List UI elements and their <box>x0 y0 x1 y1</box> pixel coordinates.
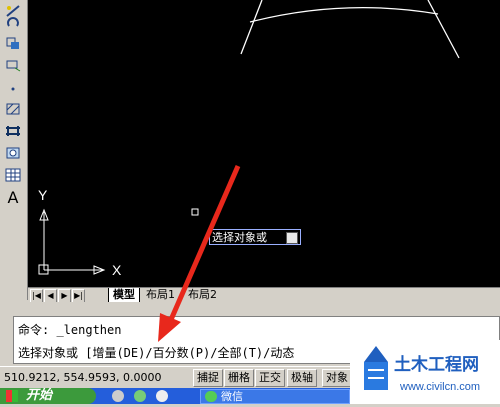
wechat-label: 微信 <box>221 390 243 403</box>
ortho-toggle[interactable]: 正交 <box>255 369 285 387</box>
quicklaunch-green-icon[interactable] <box>134 390 146 402</box>
osnap-toggle[interactable]: 对象 <box>322 369 352 387</box>
start-button[interactable]: 开始 <box>0 388 96 404</box>
watermark-title: 土木工程网 <box>394 354 479 375</box>
wechat-icon <box>205 391 217 402</box>
quicklaunch-ie-icon[interactable] <box>112 390 124 402</box>
coordinate-readout: 510.9212, 554.9593, 0.0000 <box>4 371 162 384</box>
civilcn-logo: 土木工程网 www.civilcn.com <box>364 346 480 393</box>
quicklaunch-browser-icon[interactable] <box>156 390 168 402</box>
windows-logo-icon <box>6 390 18 402</box>
polar-toggle[interactable]: 极轴 <box>287 369 317 387</box>
taskbar-item-wechat[interactable]: 微信 <box>200 389 350 404</box>
watermark-url: www.civilcn.com <box>399 381 480 393</box>
grid-toggle[interactable]: 栅格 <box>224 369 254 387</box>
snap-toggle[interactable]: 捕捉 <box>193 369 223 387</box>
civilcn-watermark: 土木工程网 www.civilcn.com <box>350 340 500 404</box>
start-label: 开始 <box>26 388 53 403</box>
